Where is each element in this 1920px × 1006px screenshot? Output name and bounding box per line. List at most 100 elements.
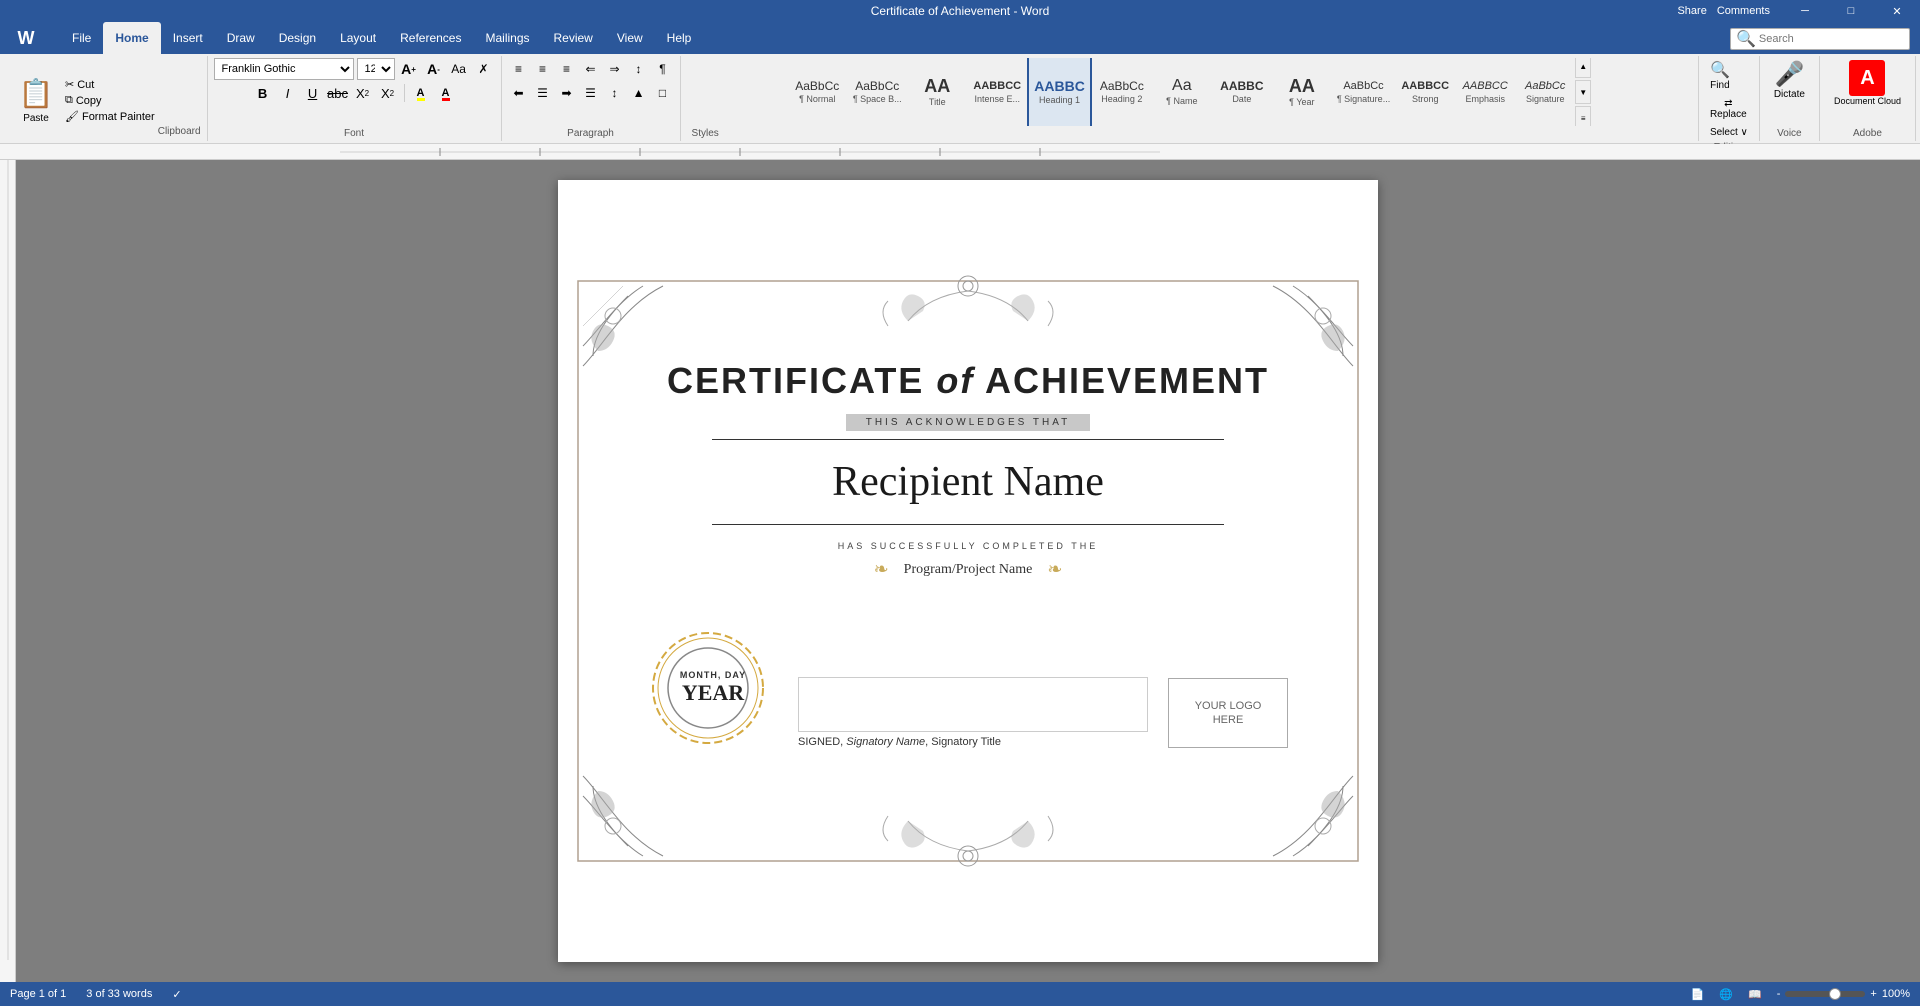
style-signature1[interactable]: AaBbCc ¶ Signature... — [1332, 58, 1395, 126]
certificate-program-area: ❧ Program/Project Name ❧ — [874, 559, 1063, 580]
tab-home[interactable]: Home — [103, 22, 160, 54]
style-normal[interactable]: AaBbCc ¶ Normal — [787, 58, 847, 126]
increase-font-button[interactable]: A+ — [398, 58, 420, 80]
close-button[interactable]: ✕ — [1874, 0, 1920, 22]
styles-scroll-down[interactable]: ▼ — [1575, 80, 1591, 104]
seal-month-day[interactable]: MONTH, DAY — [680, 670, 746, 680]
search-box[interactable]: 🔍 — [1730, 28, 1910, 50]
underline-button[interactable]: U — [302, 82, 324, 104]
italic-button[interactable]: I — [277, 82, 299, 104]
line-spacing-button[interactable]: ↕ — [604, 82, 626, 104]
font-name-select[interactable]: Franklin Gothic — [214, 58, 354, 80]
signature-box[interactable] — [798, 677, 1148, 732]
justify-button[interactable]: ☰ — [580, 82, 602, 104]
logo-placeholder-text: YOUR LOGOHERE — [1195, 699, 1262, 728]
style-heading1[interactable]: AABBC Heading 1 — [1027, 58, 1092, 126]
show-marks-button[interactable]: ¶ — [652, 58, 674, 80]
style-year[interactable]: AA ¶ Year — [1272, 58, 1332, 126]
tab-review[interactable]: Review — [542, 22, 605, 54]
highlight-button[interactable]: A — [410, 82, 432, 104]
style-emphasis[interactable]: AABBCC Emphasis — [1455, 58, 1515, 126]
clear-format-button[interactable]: ✗ — [473, 58, 495, 80]
format-painter-button[interactable]: 🖌 Format Painter — [62, 109, 158, 124]
style-intense-emphasis[interactable]: AABBCC Intense E... — [967, 58, 1027, 126]
minimize-button[interactable]: ─ — [1782, 0, 1828, 22]
dictate-button[interactable]: 🎤 Dictate — [1766, 58, 1813, 102]
style-signature2[interactable]: AaBbCc Signature — [1515, 58, 1575, 126]
style-strong[interactable]: AABBCC Strong — [1395, 58, 1455, 126]
tab-help[interactable]: Help — [655, 22, 704, 54]
decrease-indent-button[interactable]: ⇐ — [580, 58, 602, 80]
decrease-font-button[interactable]: A- — [423, 58, 445, 80]
change-case-button[interactable]: Aa — [448, 58, 470, 80]
style-heading2[interactable]: AaBbCc Heading 2 — [1092, 58, 1152, 126]
strikethrough-button[interactable]: abc — [327, 82, 349, 104]
paragraph-group-label: Paragraph — [567, 126, 614, 139]
font-group-label: Font — [344, 126, 364, 139]
adobe-group-label: Adobe — [1853, 126, 1882, 139]
sort-button[interactable]: ↕ — [628, 58, 650, 80]
seal-year[interactable]: YEAR — [680, 680, 746, 706]
bullets-button[interactable]: ≡ — [508, 58, 530, 80]
style-name[interactable]: Aa ¶ Name — [1152, 58, 1212, 126]
certificate-signature-area[interactable]: SIGNED, Signatory Name, Signatory Title — [798, 677, 1148, 748]
shading-button[interactable]: ▲ — [628, 82, 650, 104]
style-space-before[interactable]: AaBbCc ¶ Space B... — [847, 58, 907, 126]
tab-insert[interactable]: Insert — [161, 22, 215, 54]
cut-label: Cut — [77, 79, 94, 91]
bold-button[interactable]: B — [252, 82, 274, 104]
styles-scroll[interactable]: ▲ ▼ ≡ — [1575, 58, 1591, 126]
layout-read[interactable]: 📖 — [1748, 988, 1762, 1001]
tab-draw[interactable]: Draw — [215, 22, 267, 54]
styles-scroll-up[interactable]: ▲ — [1575, 58, 1591, 78]
paste-button[interactable]: 📋 Paste — [10, 69, 62, 128]
align-center-button[interactable]: ☰ — [532, 82, 554, 104]
zoom-out-icon[interactable]: - — [1777, 988, 1781, 1000]
cut-button[interactable]: ✂ Cut — [62, 77, 158, 92]
document-area[interactable]: CERTIFICATE of ACHIEVEMENT THIS ACKNOWLE… — [16, 160, 1920, 982]
clipboard-group: 📋 Paste ✂ Cut ⧉ Copy 🖌 Format Painter Cl… — [4, 56, 208, 141]
font-size-select[interactable]: 12 — [357, 58, 395, 80]
search-icon: 🔍 — [1736, 29, 1756, 49]
align-left-button[interactable]: ⬅ — [508, 82, 530, 104]
align-right-button[interactable]: ➡ — [556, 82, 578, 104]
paste-icon: 📋 — [18, 73, 54, 113]
certificate-seal: MONTH, DAY YEAR — [648, 628, 778, 748]
app-icon: W — [18, 28, 35, 49]
tab-layout[interactable]: Layout — [328, 22, 388, 54]
adobe-button[interactable]: A Document Cloud — [1826, 58, 1909, 108]
paste-label: Paste — [23, 113, 49, 124]
comments-button[interactable]: Comments — [1717, 5, 1770, 17]
replace-button[interactable]: ⇄ Replace — [1705, 96, 1752, 122]
style-title[interactable]: AA Title — [907, 58, 967, 126]
tab-design[interactable]: Design — [267, 22, 328, 54]
numbering-button[interactable]: ≡ — [532, 58, 554, 80]
share-button[interactable]: Share — [1677, 5, 1706, 17]
ornament-left: ❧ — [874, 559, 889, 580]
tab-view[interactable]: View — [605, 22, 655, 54]
tab-mailings[interactable]: Mailings — [473, 22, 541, 54]
subscript-button[interactable]: X2 — [352, 82, 374, 104]
zoom-slider[interactable]: - + 100% — [1777, 988, 1910, 1000]
superscript-button[interactable]: X2 — [377, 82, 399, 104]
font-group: Franklin Gothic 12 A+ A- Aa ✗ B I U abc … — [208, 56, 502, 141]
logo-box[interactable]: YOUR LOGOHERE — [1168, 678, 1288, 748]
find-button[interactable]: 🔍 Find — [1705, 58, 1735, 93]
copy-button[interactable]: ⧉ Copy — [62, 93, 158, 108]
tab-references[interactable]: References — [388, 22, 473, 54]
certificate-program[interactable]: Program/Project Name — [904, 562, 1033, 578]
maximize-button[interactable]: □ — [1828, 0, 1874, 22]
style-date[interactable]: AABBC Date — [1212, 58, 1272, 126]
increase-indent-button[interactable]: ⇒ — [604, 58, 626, 80]
certificate-recipient[interactable]: Recipient Name — [832, 458, 1104, 506]
layout-web[interactable]: 🌐 — [1719, 988, 1733, 1001]
styles-expand[interactable]: ≡ — [1575, 106, 1591, 126]
zoom-in-icon[interactable]: + — [1870, 988, 1876, 1000]
tab-file[interactable]: File — [60, 22, 103, 54]
select-button[interactable]: Select ∨ — [1705, 125, 1753, 140]
borders-button[interactable]: □ — [652, 82, 674, 104]
multilevel-button[interactable]: ≡ — [556, 58, 578, 80]
font-color-button[interactable]: A — [435, 82, 457, 104]
layout-print[interactable]: 📄 — [1691, 988, 1705, 1001]
search-input[interactable] — [1759, 33, 1904, 45]
